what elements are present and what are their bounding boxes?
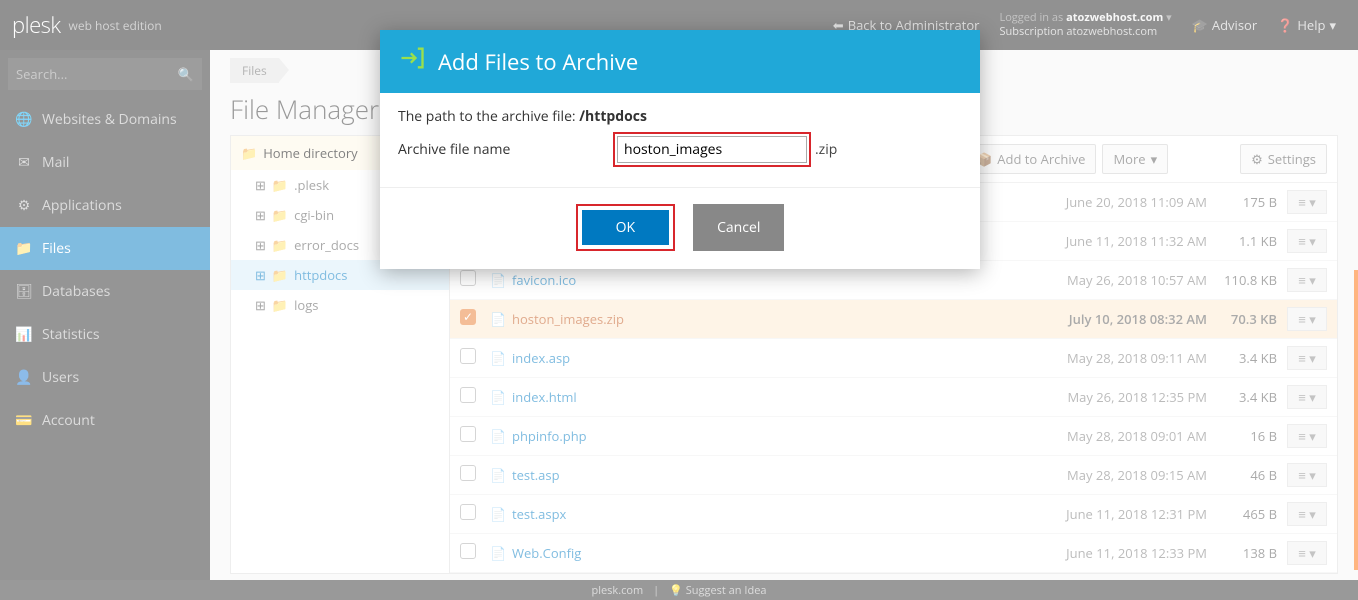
add-archive-modal: Add Files to Archive The path to the arc… [380,30,980,269]
archive-export-icon [398,44,426,79]
ok-highlight: OK [576,204,675,251]
cancel-button[interactable]: Cancel [693,204,784,251]
archive-name-label: Archive file name [398,140,613,159]
ok-button[interactable]: OK [582,210,669,245]
archive-name-highlight [613,132,811,167]
archive-path-value: /httpdocs [579,107,647,126]
archive-extension: .zip [815,140,837,159]
archive-name-input[interactable] [617,136,807,163]
archive-path-label: The path to the archive file: [398,107,576,126]
modal-header: Add Files to Archive [380,30,980,93]
modal-title: Add Files to Archive [438,47,638,77]
